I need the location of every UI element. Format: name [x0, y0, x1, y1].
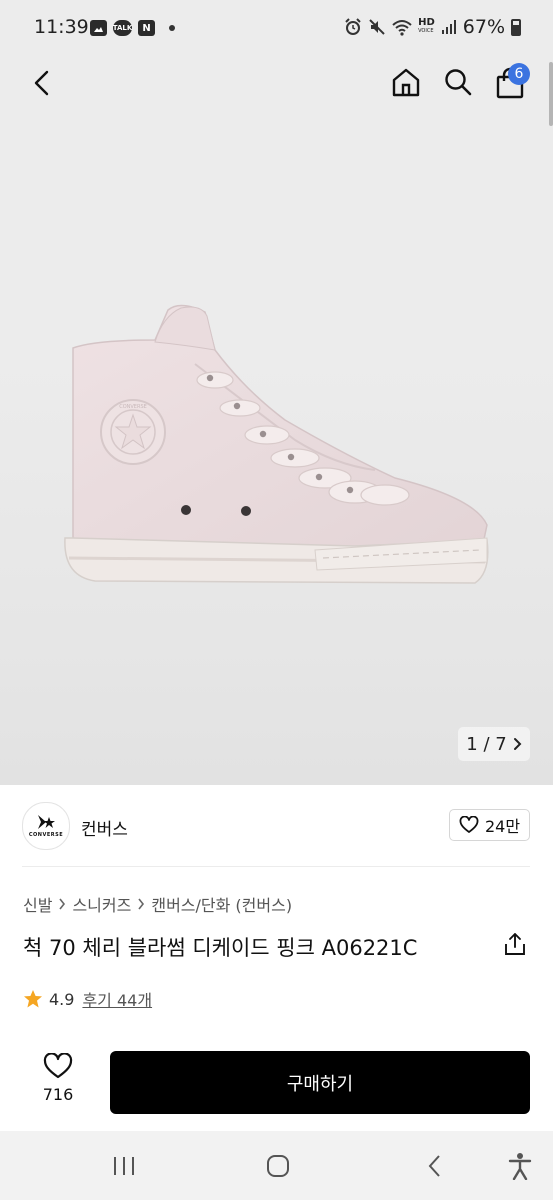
image-pager[interactable]: 1 / 7: [458, 727, 530, 761]
breadcrumb-item[interactable]: 스니커즈: [72, 892, 131, 916]
chevron-right-icon: [513, 738, 522, 750]
notification-icons: TALK N: [90, 20, 175, 36]
home-nav-button[interactable]: [258, 1151, 298, 1181]
wishlist-button[interactable]: 716: [38, 1053, 78, 1104]
breadcrumb: 신발 스니커즈 캔버스/단화 (컨버스): [23, 892, 292, 916]
shoe-patch-text: CONVERSE: [119, 404, 147, 410]
divider: [22, 866, 530, 867]
recent-apps-icon: [114, 1157, 134, 1175]
breadcrumb-item[interactable]: 캔버스/단화 (컨버스): [151, 892, 292, 916]
pager-text: 1 / 7: [466, 733, 507, 755]
breadcrumb-item[interactable]: 신발: [23, 892, 52, 916]
chevron-right-icon: [138, 898, 145, 910]
system-nav-bar: [0, 1131, 553, 1200]
converse-star-icon: [38, 815, 55, 829]
product-image: CONVERSE: [64, 304, 489, 584]
heart-icon: [43, 1053, 73, 1079]
brand-logo-text: CONVERSE: [28, 832, 64, 838]
brand-like-count: 24만: [484, 817, 521, 836]
recent-apps-button[interactable]: [104, 1151, 144, 1181]
alarm-icon: [345, 18, 361, 35]
rating-score: 4.9: [49, 989, 75, 1009]
chevron-right-icon: [59, 898, 66, 910]
back-button[interactable]: [26, 66, 56, 100]
talk-icon: TALK: [113, 20, 132, 36]
hd-voice-icon: HD VOICE: [418, 17, 435, 35]
share-icon: [505, 933, 525, 955]
wishlist-count: 716: [42, 1085, 74, 1104]
brand-like-button[interactable]: 24만: [449, 809, 530, 841]
image-icon: [90, 20, 107, 36]
share-button[interactable]: [504, 932, 526, 960]
status-bar: 11:39 TALK N HD VOICE 67%: [0, 0, 553, 60]
scrollbar[interactable]: [549, 62, 553, 126]
wifi-icon: [392, 19, 412, 36]
home-icon: [392, 68, 420, 97]
brand-name[interactable]: 컨버스: [81, 815, 128, 840]
signal-icon: [441, 20, 456, 34]
accessibility-button[interactable]: [500, 1149, 540, 1183]
search-icon: [445, 69, 472, 96]
brand-row: CONVERSE 컨버스 24만: [0, 785, 553, 867]
battery-icon: [511, 18, 521, 36]
back-nav-button[interactable]: [414, 1151, 454, 1181]
rating-row: 4.9 후기 44개: [23, 987, 152, 1011]
search-button[interactable]: [440, 64, 476, 100]
home-button[interactable]: [388, 64, 424, 100]
product-title: 척 70 체리 블라썸 디케이드 핑크 A06221C: [23, 936, 418, 960]
heart-icon: [459, 816, 479, 833]
star-icon: [24, 990, 42, 1008]
buy-button[interactable]: 구매하기: [110, 1051, 530, 1114]
reviews-link[interactable]: 후기 44개: [82, 987, 152, 1011]
cart-count-badge: 6: [508, 63, 530, 85]
brand-logo[interactable]: CONVERSE: [22, 802, 70, 850]
chevron-left-icon: [34, 70, 49, 96]
mute-icon: [369, 19, 385, 35]
home-nav-icon: [267, 1155, 289, 1177]
battery-percent: 67%: [462, 16, 505, 38]
more-notifications-dot-icon: [169, 25, 175, 31]
back-nav-icon: [428, 1155, 440, 1177]
status-time: 11:39: [34, 16, 89, 38]
status-right: HD VOICE 67%: [344, 16, 521, 38]
n-icon: N: [138, 20, 155, 36]
accessibility-icon: [508, 1153, 532, 1180]
